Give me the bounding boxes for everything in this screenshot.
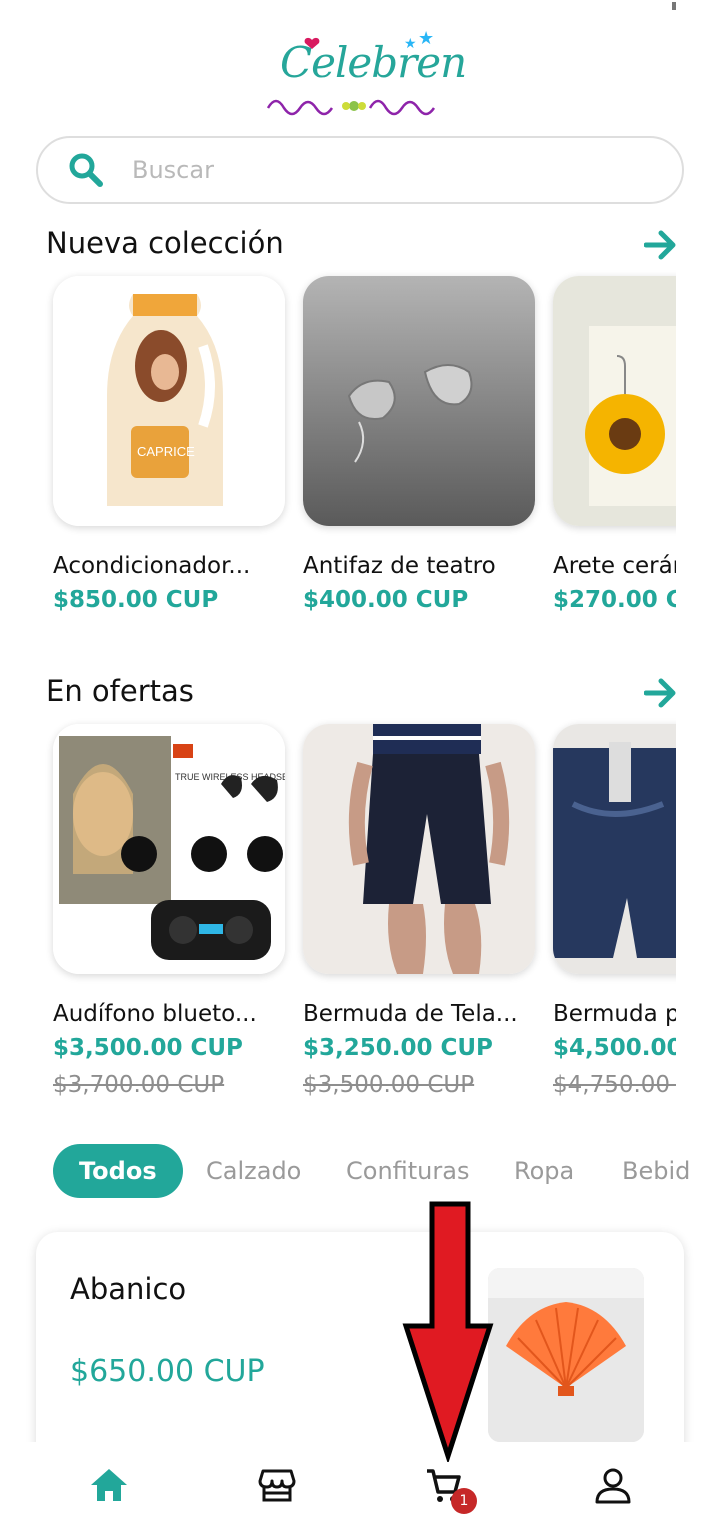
product-name: Arete cerár bbox=[553, 553, 676, 579]
bottom-navigation bbox=[0, 1442, 718, 1529]
product-old-price: $3,700.00 CUP bbox=[53, 1072, 225, 1098]
product-name: Antifaz de teatro bbox=[303, 553, 496, 579]
store-icon bbox=[258, 1469, 296, 1502]
product-price: $4,500.00 C bbox=[553, 1035, 676, 1061]
svg-text:CAPRICE: CAPRICE bbox=[137, 444, 195, 459]
product-name: Bermuda de Tela... bbox=[303, 1001, 518, 1027]
product-price: $850.00 CUP bbox=[53, 587, 219, 613]
product-price: $400.00 CUP bbox=[303, 587, 469, 613]
product-card-name: Abanico bbox=[70, 1272, 187, 1306]
product-card[interactable]: Abanico $650.00 CUP bbox=[36, 1232, 684, 1472]
product-image-acondicionador[interactable]: CAPRICE bbox=[53, 276, 285, 526]
product-price: $3,250.00 CUP bbox=[303, 1035, 493, 1061]
arrow-right-icon[interactable] bbox=[644, 676, 678, 710]
product-name: Audífono blueto... bbox=[53, 1001, 257, 1027]
tab-todos[interactable]: Todos bbox=[53, 1144, 183, 1198]
tab-bebidas[interactable]: Bebid bbox=[622, 1144, 690, 1198]
product-image-antifaz[interactable] bbox=[303, 276, 535, 526]
user-icon bbox=[595, 1468, 631, 1504]
product-image-audifono[interactable]: TRUE WIRELESS HEADSET bbox=[53, 724, 285, 974]
home-icon bbox=[91, 1469, 127, 1501]
product-image-bermuda-p[interactable] bbox=[553, 724, 676, 974]
product-name: Bermuda p bbox=[553, 1001, 676, 1027]
product-old-price: $3,500.00 CUP bbox=[303, 1072, 475, 1098]
tab-confituras[interactable]: Confituras bbox=[346, 1144, 469, 1198]
product-old-price: $4,750.00 C bbox=[553, 1072, 676, 1098]
nav-profile[interactable] bbox=[588, 1460, 638, 1510]
nav-store[interactable] bbox=[252, 1460, 302, 1510]
nav-home[interactable] bbox=[84, 1460, 134, 1510]
product-image-arete[interactable] bbox=[553, 276, 676, 526]
product-image-bermuda-tela[interactable] bbox=[303, 724, 535, 974]
section-title-offers: En ofertas bbox=[46, 674, 194, 708]
product-name: Acondicionador... bbox=[53, 553, 251, 579]
product-card-price: $650.00 CUP bbox=[70, 1354, 265, 1389]
category-tabs: Todos Calzado Confituras Ropa Bebid bbox=[0, 1144, 718, 1198]
product-card-image bbox=[488, 1268, 644, 1442]
tab-calzado[interactable]: Calzado bbox=[206, 1144, 301, 1198]
annotation-arrow-icon bbox=[402, 1201, 494, 1462]
tab-ropa[interactable]: Ropa bbox=[514, 1144, 574, 1198]
product-price: $3,500.00 CUP bbox=[53, 1035, 243, 1061]
cart-badge: 1 bbox=[451, 1488, 477, 1514]
product-price: $270.00 CU bbox=[553, 587, 676, 613]
